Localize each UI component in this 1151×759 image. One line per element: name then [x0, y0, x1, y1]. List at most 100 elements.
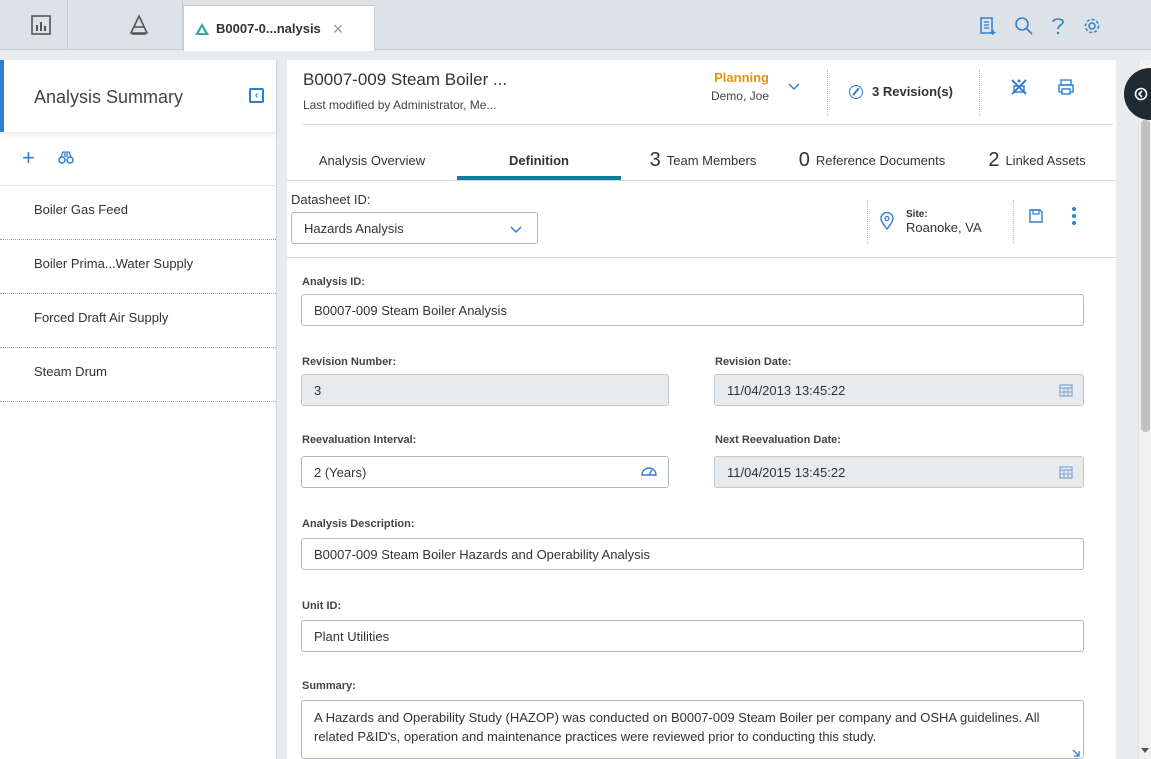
revision-date-field: 11/04/2013 13:45:22: [714, 374, 1084, 406]
analysis-description-field[interactable]: B0007-009 Steam Boiler Hazards and Opera…: [301, 538, 1084, 570]
divider: [979, 70, 980, 116]
calendar-icon: [1059, 465, 1073, 482]
revision-number-field: 3: [301, 374, 669, 406]
chevron-down-icon[interactable]: [787, 80, 801, 95]
state-indicator[interactable]: Planning Demo, Joe: [705, 70, 769, 103]
tab-reference-documents[interactable]: 0 Reference Documents: [787, 140, 957, 180]
tab-count: 0: [798, 148, 810, 171]
datasheet-select[interactable]: Hazards Analysis: [291, 212, 538, 244]
calendar-icon: [1059, 383, 1073, 400]
next-reevaluation-date-field: 11/04/2015 13:45:22: [714, 456, 1084, 488]
resize-handle-icon[interactable]: [1071, 746, 1081, 759]
datasheet-divider: [287, 257, 1116, 258]
tab-label: Reference Documents: [815, 152, 946, 168]
analysis-id-value: B0007-009 Steam Boiler Analysis: [314, 302, 507, 318]
analysis-id-label: Analysis ID:: [302, 276, 365, 288]
dashboard-icon: [30, 15, 51, 35]
summary-label: Summary:: [302, 680, 356, 692]
state-user: Demo, Joe: [710, 89, 769, 103]
list-item-label: Boiler Gas Feed: [34, 202, 128, 217]
interval-gauge-icon[interactable]: [640, 465, 658, 480]
add-note-button[interactable]: [976, 14, 1000, 38]
datasheet-value: Hazards Analysis: [304, 220, 404, 236]
sidebar-header: Analysis Summary ‹: [0, 60, 276, 132]
tab-label: Linked Assets: [1005, 152, 1086, 168]
tab-definition[interactable]: Definition: [457, 140, 621, 180]
reevaluation-interval-label: Reevaluation Interval:: [302, 434, 417, 446]
revision-date-value: 11/04/2013 13:45:22: [727, 382, 846, 398]
sidebar: Analysis Summary ‹ + Boiler Gas Feed Boi…: [0, 60, 277, 759]
help-button[interactable]: [1046, 14, 1070, 38]
tabs-divider: [287, 180, 1116, 181]
site-indicator[interactable]: Site: Roanoke, VA: [867, 200, 982, 244]
app-root: B0007-0...nalysis × Analysis Summary ‹ +…: [0, 0, 1151, 759]
tab-analysis[interactable]: B0007-0...nalysis ×: [183, 5, 375, 51]
sidebar-item-forced-draft-air-supply[interactable]: Forced Draft Air Supply: [0, 294, 276, 348]
tab-count: 2: [988, 148, 1000, 171]
revision-number-label: Revision Number:: [302, 356, 397, 368]
tab-team-members[interactable]: 3 Team Members: [633, 140, 773, 180]
top-bar: B0007-0...nalysis ×: [0, 0, 1151, 51]
help-icon: [1052, 18, 1064, 35]
settings-icon: [1084, 18, 1100, 34]
summary-textarea[interactable]: A Hazards and Operability Study (HAZOP) …: [301, 700, 1084, 759]
hazards-module-button[interactable]: [95, 0, 183, 50]
print-icon[interactable]: [1057, 78, 1075, 99]
reevaluation-interval-field[interactable]: 2 (Years): [301, 456, 669, 488]
list-item-label: Forced Draft Air Supply: [34, 310, 169, 325]
tab-analysis-overview[interactable]: Analysis Overview: [287, 140, 457, 180]
add-icon[interactable]: +: [22, 147, 35, 169]
sidebar-toolbar: +: [0, 132, 276, 186]
chevron-down-icon: [509, 223, 523, 238]
page-title: B0007-009 Steam Boiler ...: [303, 70, 508, 89]
location-pin-icon: [880, 211, 894, 233]
add-note-icon: [980, 17, 996, 35]
summary-value: A Hazards and Operability Study (HAZOP) …: [314, 710, 1040, 744]
sidebar-title: Analysis Summary: [34, 87, 184, 107]
unit-id-field[interactable]: Plant Utilities: [301, 620, 1084, 652]
vertical-scrollbar[interactable]: [1138, 60, 1151, 759]
unit-id-value: Plant Utilities: [314, 628, 390, 644]
site-label: Site:: [906, 209, 928, 220]
tab-linked-assets[interactable]: 2 Linked Assets: [977, 140, 1097, 180]
search-button[interactable]: [1012, 14, 1036, 38]
close-icon[interactable]: ×: [333, 20, 344, 38]
side-panel-toggle[interactable]: [1124, 68, 1151, 120]
collapse-sidebar-button[interactable]: ‹: [249, 88, 264, 103]
sidebar-item-steam-drum[interactable]: Steam Drum: [0, 348, 276, 402]
analysis-description-value: B0007-009 Steam Boiler Hazards and Opera…: [314, 546, 651, 562]
tab-label: Analysis Overview: [318, 152, 426, 168]
expand-panel-icon: [1134, 87, 1148, 101]
analysis-id-field[interactable]: B0007-009 Steam Boiler Analysis: [301, 294, 1084, 326]
next-reevaluation-date-value: 11/04/2015 13:45:22: [727, 464, 846, 480]
hazard-risk-icon[interactable]: [1009, 78, 1029, 99]
revision-icon: [849, 84, 863, 99]
more-options-icon[interactable]: [1071, 207, 1077, 225]
last-modified-text: Last modified by Administrator, Me...: [303, 98, 497, 112]
scrollbar-thumb[interactable]: [1141, 120, 1150, 432]
settings-button[interactable]: [1080, 14, 1104, 38]
find-icon[interactable]: [58, 151, 74, 168]
tab-count: 3: [649, 148, 661, 171]
scroll-down-icon[interactable]: [1141, 748, 1149, 753]
revisions-label: 3 Revision(s): [872, 84, 953, 99]
main-panel: B0007-009 Steam Boiler ... Last modified…: [287, 60, 1116, 759]
revision-date-label: Revision Date:: [715, 356, 792, 368]
list-item-label: Boiler Prima...Water Supply: [34, 256, 194, 271]
revisions-button[interactable]: 3 Revision(s): [849, 84, 953, 99]
next-reevaluation-date-label: Next Reevaluation Date:: [715, 434, 841, 446]
tab-label: Team Members: [666, 152, 757, 168]
revision-number-value: 3: [314, 382, 322, 398]
list-item-label: Steam Drum: [34, 364, 107, 379]
analysis-description-label: Analysis Description:: [302, 518, 415, 530]
datasheet-label: Datasheet ID:: [291, 192, 371, 207]
state-label: Planning: [714, 70, 769, 85]
sidebar-item-boiler-primary-water-supply[interactable]: Boiler Prima...Water Supply: [0, 240, 276, 294]
save-icon[interactable]: [1028, 208, 1044, 227]
divider: [1013, 200, 1014, 244]
reevaluation-interval-value: 2 (Years): [314, 464, 367, 480]
sidebar-item-boiler-gas-feed[interactable]: Boiler Gas Feed: [0, 186, 276, 240]
chevron-left-icon: ‹: [254, 89, 259, 101]
tab-title: B0007-0...nalysis: [216, 21, 321, 36]
dashboard-button[interactable]: [14, 0, 68, 50]
